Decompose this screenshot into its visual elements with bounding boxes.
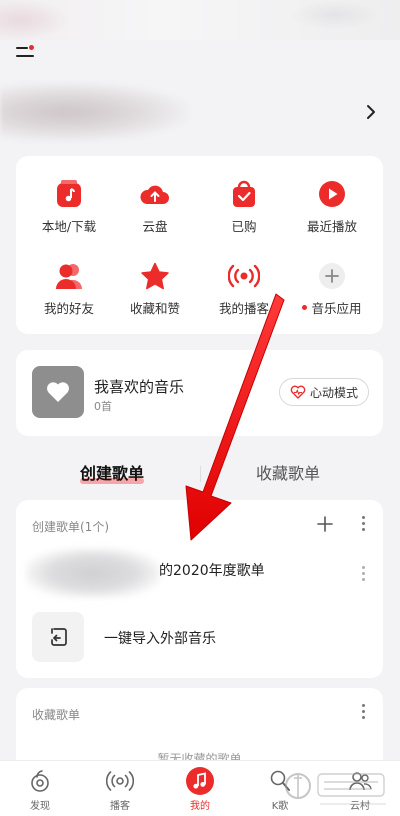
grid-item-local-download[interactable]: 本地/下载 (24, 178, 114, 235)
collected-more-icon[interactable] (361, 704, 365, 722)
nav-discover[interactable]: 发现 (10, 767, 70, 812)
profile-avatar-blurred[interactable] (0, 82, 190, 142)
shortcut-grid-card: 本地/下载 云盘 已购 最近播放 我的好友 收藏和赞 我的播客 音乐应用 (16, 156, 383, 334)
new-badge-dot (302, 305, 308, 310)
nav-podcast-label: 播客 (110, 801, 130, 812)
collected-playlists-header: 收藏歌单 (32, 708, 81, 722)
playlist-more-icon[interactable] (361, 566, 365, 584)
grid-item-purchased[interactable]: 已购 (199, 178, 289, 235)
liked-music-card[interactable]: 我喜欢的音乐 0首 心动模式 (16, 350, 383, 436)
nav-discover-label: 发现 (30, 801, 50, 812)
chevron-right-icon[interactable] (364, 102, 378, 122)
heartbeat-mode-button[interactable]: 心动模式 (278, 378, 369, 406)
grid-item-friends[interactable]: 我的好友 (24, 260, 114, 317)
status-bar-blur-left (0, 0, 70, 40)
created-playlists-header: 创建歌单(1个) (32, 520, 109, 534)
created-playlists-card: 创建歌单(1个) 的2020年度歌单 一键导入外部音乐 (16, 500, 383, 678)
status-bar-blur-right (290, 0, 380, 30)
heartbeat-mode-label: 心动模式 (309, 385, 358, 400)
tab-collected-label: 收藏歌单 (256, 464, 321, 483)
star-icon (139, 260, 171, 292)
import-icon (51, 628, 67, 646)
plus-circle-icon (316, 260, 348, 292)
shopping-bag-check-icon (228, 178, 260, 210)
grid-item-favorites-likes[interactable]: 收藏和赞 (110, 260, 200, 317)
status-bar (0, 0, 400, 40)
nav-podcast[interactable]: 播客 (90, 767, 150, 812)
playlist-cover-blurred[interactable] (26, 548, 160, 598)
music-note-box-icon (53, 178, 85, 210)
nav-mine-label: 我的 (190, 801, 210, 812)
liked-music-title[interactable]: 我喜欢的音乐 (94, 376, 184, 397)
cloud-upload-icon (139, 178, 171, 210)
tab-divider (200, 466, 201, 482)
friends-icon (53, 260, 85, 292)
playlist-title[interactable]: 的2020年度歌单 (159, 560, 265, 580)
podcast-icon (106, 767, 134, 795)
tab-created-playlists[interactable]: 创建歌单 (80, 460, 145, 484)
grid-item-music-apps[interactable]: 音乐应用 (287, 260, 377, 317)
liked-music-cover[interactable] (32, 366, 84, 418)
grid-item-cloud-disk[interactable]: 云盘 (110, 178, 200, 235)
grid-item-recent-play[interactable]: 最近播放 (287, 178, 377, 235)
broadcast-icon (228, 260, 260, 292)
play-circle-icon (316, 178, 348, 210)
nav-mine[interactable]: 我的 (170, 767, 230, 812)
menu-icon[interactable] (14, 44, 38, 64)
tab-collected-playlists[interactable]: 收藏歌单 (256, 460, 320, 484)
playlist-tabs: 创建歌单 收藏歌单 (16, 452, 383, 492)
heartbeat-icon (290, 385, 306, 399)
import-external-music-label[interactable]: 一键导入外部音乐 (104, 628, 216, 648)
import-music-icon-box[interactable] (32, 612, 84, 662)
notification-dot (29, 45, 34, 50)
more-options-icon[interactable] (361, 516, 365, 534)
music-apps-label: 音乐应用 (311, 301, 362, 316)
grid-item-my-podcast[interactable]: 我的播客 (199, 260, 289, 317)
add-playlist-icon[interactable] (315, 514, 335, 534)
discover-icon (26, 767, 54, 795)
heart-icon (47, 382, 69, 402)
tab-created-label: 创建歌单 (80, 464, 145, 483)
liked-music-count: 0首 (94, 400, 112, 413)
watermark-graphic (285, 773, 386, 805)
music-note-icon (186, 767, 214, 795)
